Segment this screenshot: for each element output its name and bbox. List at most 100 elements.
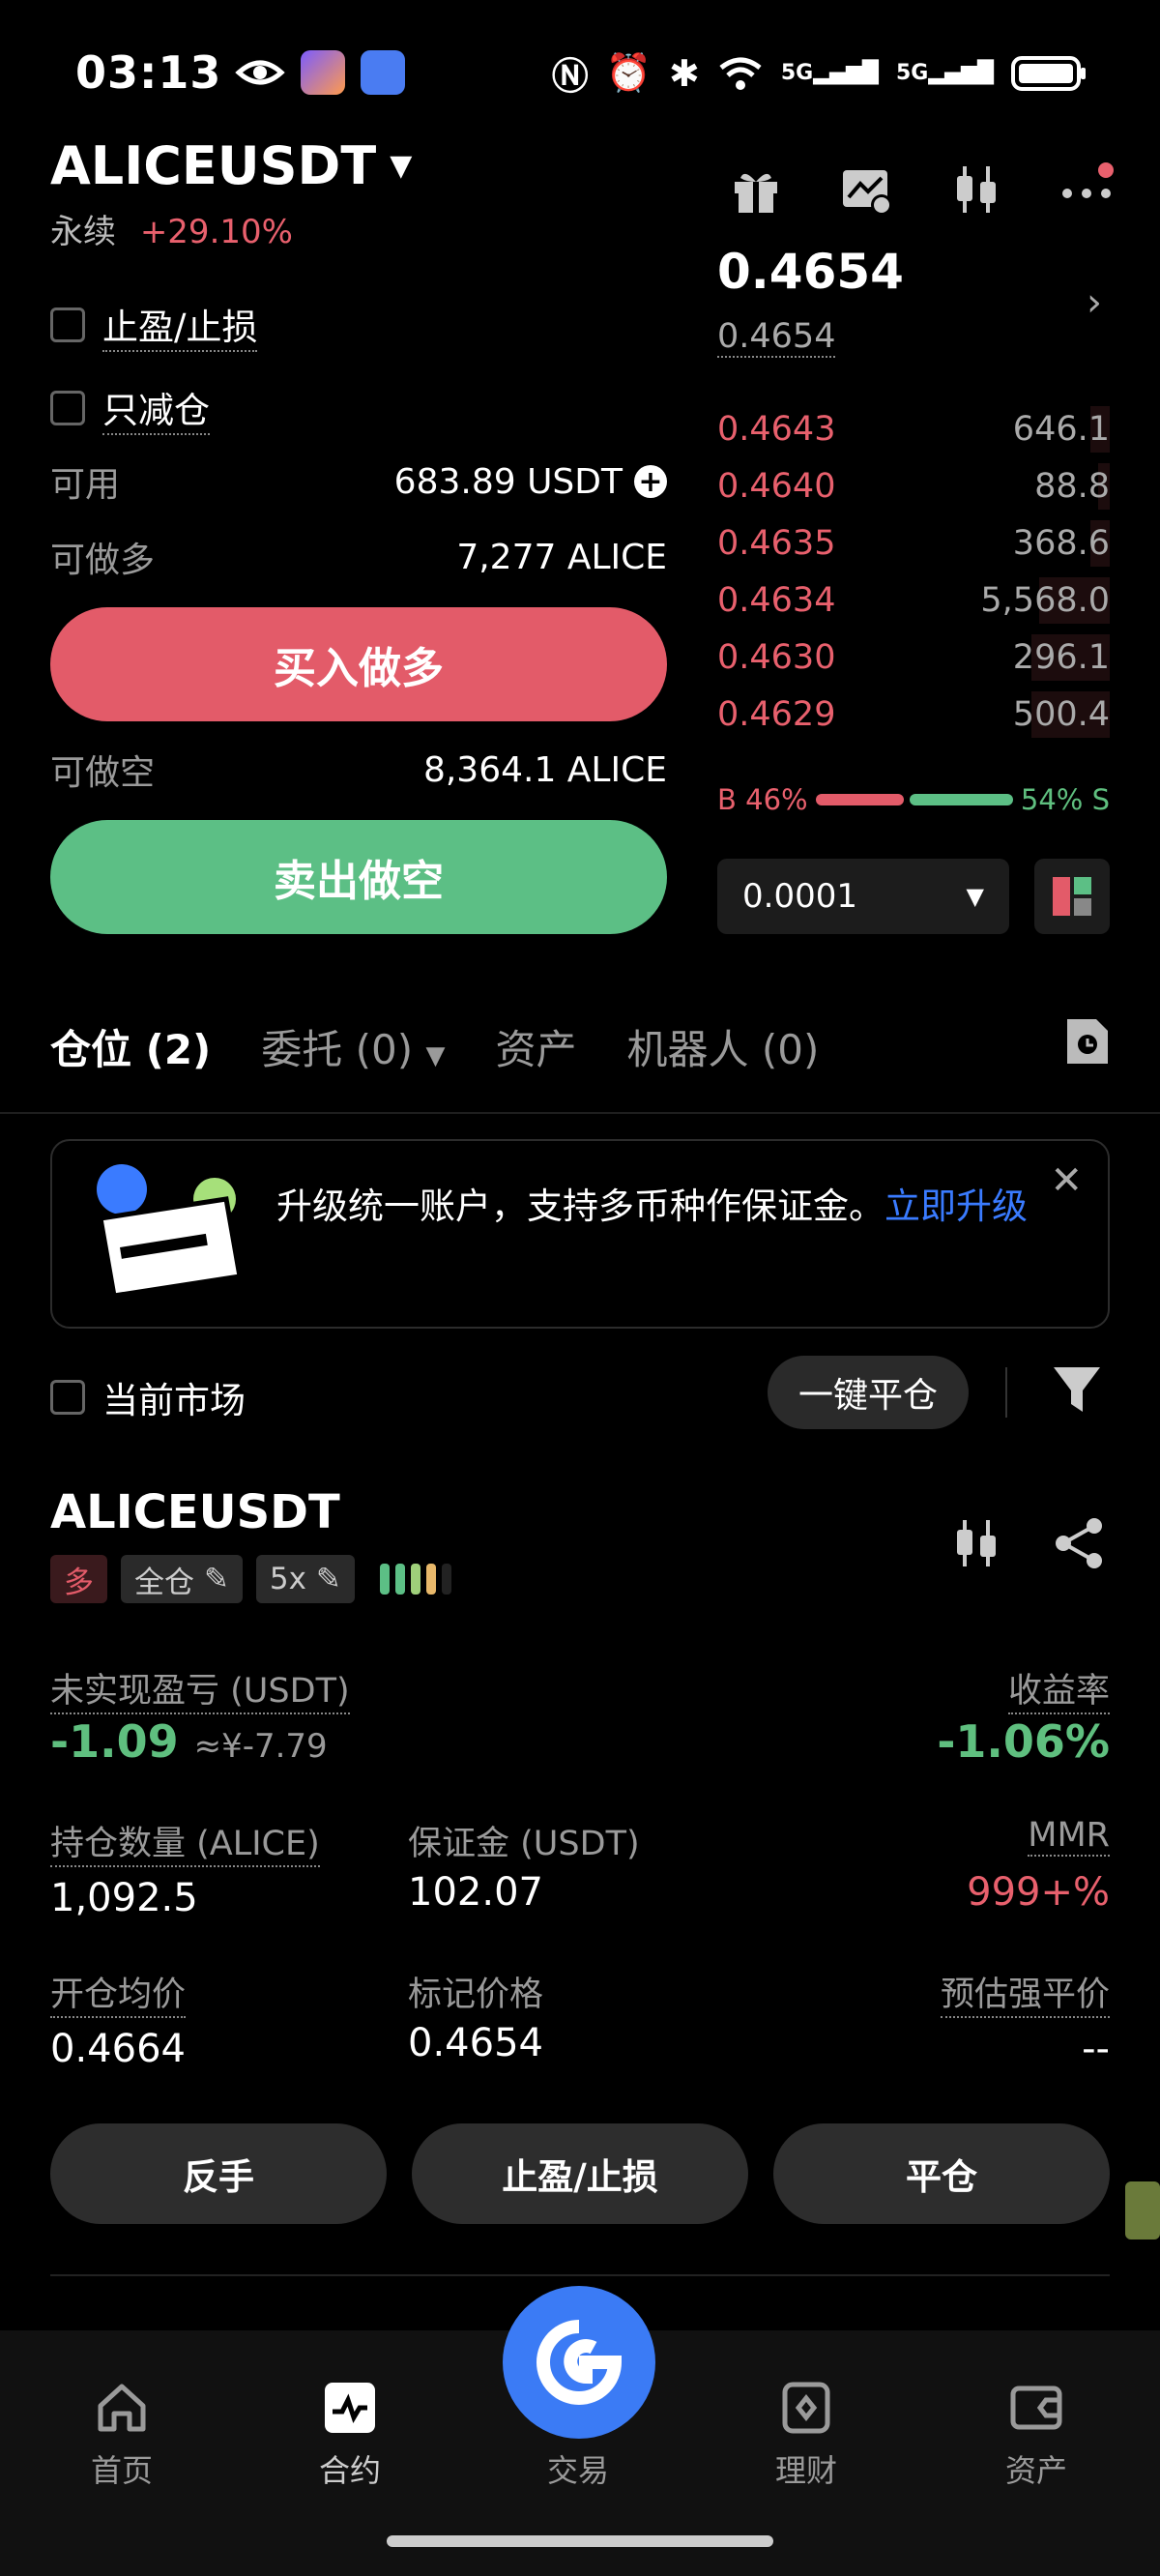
wallet-nav-icon <box>1010 2386 1062 2430</box>
dropdown-arrow-icon: ▼ <box>390 149 413 183</box>
margin-label: 保证金 (USDT) <box>408 1825 640 1863</box>
edit-leverage-icon: ✎ <box>315 1562 341 1596</box>
status-bar-time: 03:13 <box>75 39 406 106</box>
close-position-label: 平仓 <box>906 2156 977 2198</box>
mark-price: 0.4654 <box>717 317 836 358</box>
earn-icon <box>782 2382 830 2434</box>
filter-divider <box>1005 1367 1007 1418</box>
ask-row[interactable]: 0.4635 368.6 <box>717 516 1110 571</box>
nav-trade-label: 交易 <box>546 2452 609 2489</box>
ask-row[interactable]: 0.4643 646.1 <box>717 402 1110 456</box>
ask-row[interactable]: 0.4640 88.8 <box>717 459 1110 513</box>
futures-icon <box>325 2383 375 2433</box>
message-icon <box>361 50 406 95</box>
candlestick-icon[interactable] <box>949 162 1003 217</box>
buy-long-button[interactable]: 买入做多 <box>50 607 667 721</box>
position-symbol[interactable]: ALICEUSDT <box>50 1485 340 1539</box>
more-icon[interactable] <box>1059 162 1114 217</box>
tab-bots[interactable]: 机器人 (0) <box>626 1017 819 1076</box>
history-icon[interactable] <box>1061 1015 1114 1077</box>
price-change: +29.10% <box>139 213 293 251</box>
chart-check-icon[interactable] <box>839 162 893 217</box>
mmr-label: MMR <box>1028 1816 1110 1857</box>
liq-value: -- <box>1082 2027 1110 2071</box>
close-position-button[interactable]: 平仓 <box>773 2123 1110 2224</box>
upgrade-link[interactable]: 立即升级 <box>884 1186 1028 1227</box>
ask-row[interactable]: 0.4629 500.4 <box>717 688 1110 742</box>
ask-qty: 5,568.0 <box>980 581 1110 620</box>
nav-trade-label-wrap[interactable]: 交易 <box>520 2446 636 2491</box>
orderbook-layout-button[interactable] <box>1034 859 1110 934</box>
signal-icon-a: 5G▂▄▆█ <box>780 61 879 85</box>
mark-value: 0.4654 <box>408 2021 543 2065</box>
reduce-only-label: 只减仓 <box>102 381 210 435</box>
reduce-only-checkbox[interactable] <box>50 391 85 425</box>
buy-long-label: 买入做多 <box>274 644 444 693</box>
orderbook-expand-icon[interactable]: › <box>1087 280 1102 325</box>
symbol-title: ALICEUSDT <box>50 135 377 196</box>
ratio-bar <box>815 794 1013 805</box>
upgrade-banner: 升级统一账户，支持多币种作保证金。立即升级 ✕ <box>50 1139 1110 1329</box>
reverse-button[interactable]: 反手 <box>50 2123 387 2224</box>
reduce-only-checkbox-row[interactable]: 只减仓 <box>50 381 210 435</box>
signal-icon-b: 5G▂▄▆█ <box>895 61 994 85</box>
nav-home-label: 首页 <box>90 2452 153 2489</box>
roe-value: -1.06% <box>937 1715 1110 1768</box>
roe-label: 收益率 <box>1007 1663 1110 1714</box>
available-value-wrap: 683.89 USDT + <box>394 462 667 502</box>
sell-short-button[interactable]: 卖出做空 <box>50 820 667 934</box>
can-long-value: 7,277 ALICE <box>456 537 667 577</box>
tick-size-value: 0.0001 <box>742 877 857 916</box>
margin-mode-tag[interactable]: 全仓 ✎ <box>121 1555 243 1603</box>
ask-row[interactable]: 0.4630 296.1 <box>717 630 1110 685</box>
home-icon <box>98 2384 146 2432</box>
ask-qty: 88.8 <box>1034 467 1110 506</box>
nav-trade-button[interactable] <box>503 2286 655 2439</box>
risk-level-indicator <box>379 1564 451 1595</box>
mark-label: 标记价格 <box>408 1976 544 2014</box>
tick-size-select[interactable]: 0.0001 ▼ <box>717 859 1009 934</box>
available-value: 683.89 USDT <box>393 461 623 502</box>
candlestick-chart-icon[interactable] <box>951 1516 1001 1570</box>
qty-label: 持仓数量 (ALICE) <box>50 1816 320 1867</box>
tab-assets[interactable]: 资产 <box>495 1017 576 1076</box>
position-tpsl-label: 止盈/止损 <box>502 2156 658 2198</box>
close-all-button[interactable]: 一键平仓 <box>768 1356 969 1429</box>
filter-icon[interactable] <box>1052 1363 1102 1418</box>
entry-value: 0.4664 <box>50 2027 186 2071</box>
nav-earn[interactable]: 理财 <box>748 2379 864 2491</box>
floating-mascot[interactable] <box>1125 2181 1160 2239</box>
can-long-label: 可做多 <box>50 541 156 580</box>
pnl-value: -1.09 <box>50 1715 179 1768</box>
reverse-label: 反手 <box>183 2156 254 2198</box>
tab-orders[interactable]: 委托 (0) ▼ <box>261 1017 445 1076</box>
tp-sl-checkbox-row[interactable]: 止盈/止损 <box>50 298 258 352</box>
sell-ratio: 54% S <box>1020 783 1110 816</box>
buy-sell-ratio: B 46% 54% S <box>717 783 1110 816</box>
current-market-checkbox[interactable] <box>50 1380 85 1415</box>
symbol-selector[interactable]: ALICEUSDT ▼ <box>50 135 412 196</box>
ask-row[interactable]: 0.4634 5,568.0 <box>717 573 1110 628</box>
position-tpsl-button[interactable]: 止盈/止损 <box>412 2123 748 2224</box>
close-banner-icon[interactable]: ✕ <box>1050 1158 1083 1203</box>
ask-qty: 646.1 <box>1012 410 1110 449</box>
last-price[interactable]: 0.4654 <box>717 244 904 300</box>
battery-icon <box>1011 55 1086 91</box>
app-screen: 03:13 Ⓝ ⏰ ✱ 5G▂▄▆█ 5G▂▄▆█ ALICEUSDT ▼ 永续… <box>0 0 1160 2576</box>
gift-icon[interactable] <box>729 162 783 217</box>
share-icon[interactable] <box>1052 1516 1106 1570</box>
leverage-tag[interactable]: 5x ✎ <box>255 1555 355 1603</box>
nav-futures[interactable]: 合约 <box>292 2379 408 2491</box>
home-indicator <box>387 2535 773 2547</box>
nav-assets[interactable]: 资产 <box>978 2379 1094 2491</box>
margin-value[interactable]: 102.07 <box>408 1870 543 1915</box>
nav-earn-label: 理财 <box>774 2452 837 2489</box>
ask-qty: 500.4 <box>1012 695 1110 734</box>
current-market-filter[interactable]: 当前市场 <box>50 1371 246 1423</box>
tab-positions[interactable]: 仓位 (2) <box>50 1017 211 1076</box>
ask-price: 0.4640 <box>717 467 836 506</box>
add-funds-icon[interactable]: + <box>634 465 667 499</box>
qty-value: 1,092.5 <box>50 1876 198 1920</box>
nav-home[interactable]: 首页 <box>64 2379 180 2491</box>
tp-sl-checkbox[interactable] <box>50 307 85 342</box>
